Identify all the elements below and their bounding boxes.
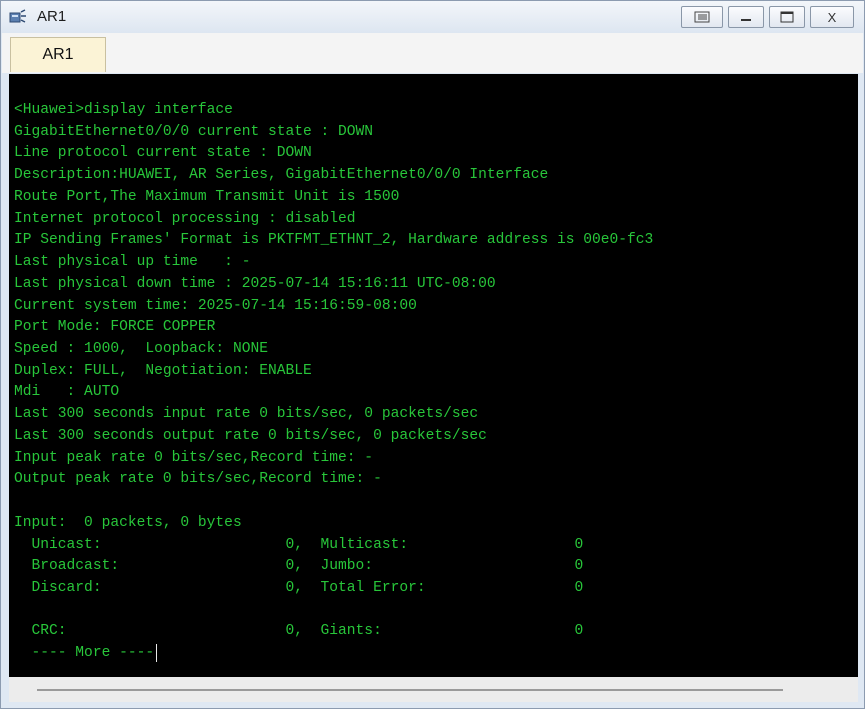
terminal-window: AR1 X AR1 <Huawei>display interface Giga…: [0, 0, 865, 709]
scrollbar-track[interactable]: [37, 689, 783, 691]
terminal-line: Duplex: FULL, Negotiation: ENABLE: [14, 363, 312, 379]
terminal-line: Speed : 1000, Loopback: NONE: [14, 341, 268, 357]
terminal-line: Line protocol current state : DOWN: [14, 145, 312, 161]
router-app-icon: [9, 9, 26, 23]
terminal-line: Internet protocol processing : disabled: [14, 211, 356, 227]
terminal-line: CRC: 0, Giants: 0: [14, 623, 584, 639]
tab-label: AR1: [42, 46, 74, 63]
text-cursor: [156, 644, 158, 662]
list-icon: [694, 11, 710, 23]
terminal-console[interactable]: <Huawei>display interface GigabitEtherne…: [9, 74, 858, 702]
terminal-line: Mdi : AUTO: [14, 384, 120, 400]
terminal-line: Port Mode: FORCE COPPER: [14, 319, 216, 335]
horizontal-scrollbar[interactable]: [9, 677, 858, 702]
close-icon: X: [827, 9, 837, 25]
terminal-line: IP Sending Frames' Format is PKTFMT_ETHN…: [14, 232, 654, 248]
terminal-line: Last physical up time : -: [14, 254, 251, 270]
terminal-line: Input: 0 packets, 0 bytes: [14, 515, 242, 531]
terminal-line: Last 300 seconds output rate 0 bits/sec,…: [14, 428, 487, 444]
terminal-line: Route Port,The Maximum Transmit Unit is …: [14, 189, 400, 205]
more-prompt: ---- More ----: [14, 645, 155, 661]
window-title: AR1: [37, 8, 67, 25]
minimize-button[interactable]: [728, 6, 764, 28]
terminal-line: Discard: 0, Total Error: 0: [14, 580, 584, 596]
terminal-line: Unicast: 0, Multicast: 0: [14, 537, 584, 553]
title-bar[interactable]: AR1 X: [1, 1, 864, 33]
terminal-line: Description:HUAWEI, AR Series, GigabitEt…: [14, 167, 549, 183]
terminal-line: Last physical down time : 2025-07-14 15:…: [14, 276, 496, 292]
more-prompt-line: ---- More ----: [14, 644, 158, 662]
terminal-line: Output peak rate 0 bits/sec,Record time:…: [14, 471, 382, 487]
minimize-icon: [741, 19, 751, 21]
maximize-icon: [780, 11, 794, 23]
terminal-line: Input peak rate 0 bits/sec,Record time: …: [14, 450, 374, 466]
terminal-line: Broadcast: 0, Jumbo: 0: [14, 558, 584, 574]
terminal-line: Current system time: 2025-07-14 15:16:59…: [14, 298, 417, 314]
close-button[interactable]: X: [810, 6, 854, 28]
tab-bar: AR1: [2, 33, 863, 73]
restore-button[interactable]: [681, 6, 723, 28]
terminal-line: GigabitEthernet0/0/0 current state : DOW…: [14, 124, 374, 140]
terminal-line: Last 300 seconds input rate 0 bits/sec, …: [14, 406, 479, 422]
tab-ar1[interactable]: AR1: [10, 37, 106, 72]
terminal-line: <Huawei>display interface: [14, 102, 233, 118]
maximize-button[interactable]: [769, 6, 805, 28]
